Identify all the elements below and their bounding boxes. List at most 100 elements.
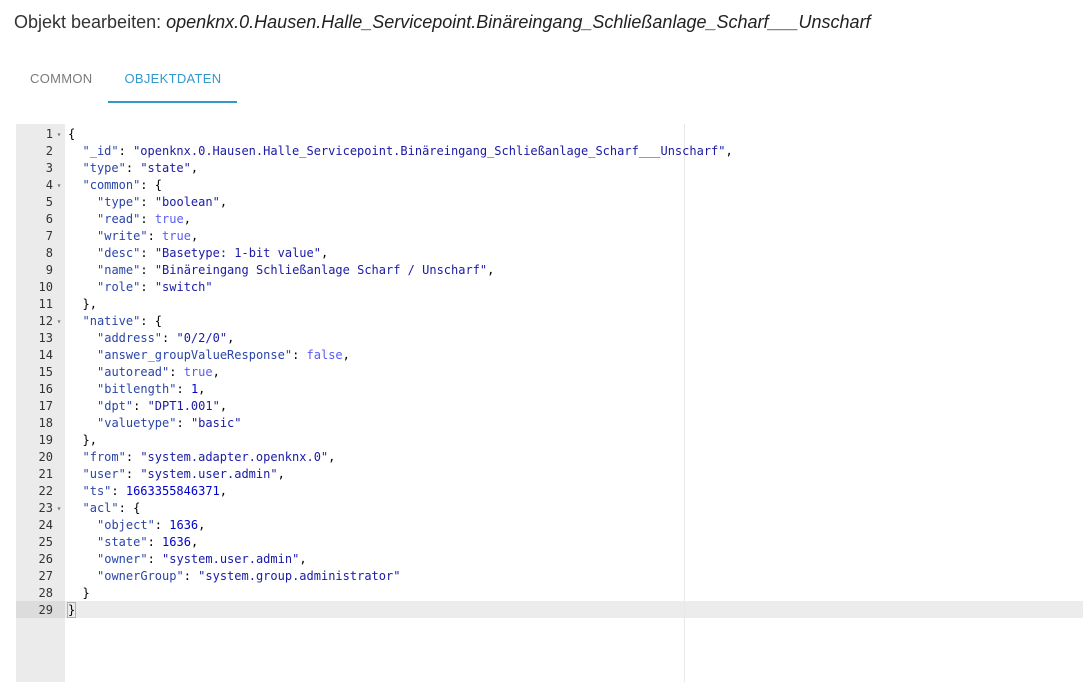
code-line[interactable]: 5 "type": "boolean", xyxy=(16,194,1083,211)
code-line[interactable]: 20 "from": "system.adapter.openknx.0", xyxy=(16,449,1083,466)
dialog-title-prefix: Objekt bearbeiten: xyxy=(14,12,167,32)
code-token: , xyxy=(198,518,206,532)
code-token: "system.user.admin" xyxy=(140,467,278,481)
code-token: , xyxy=(299,552,307,566)
tab-bar: COMMON OBJEKTDATEN xyxy=(14,56,238,104)
code-line[interactable]: 29} xyxy=(16,602,1083,619)
code-token: "from" xyxy=(82,450,126,464)
code-token: { xyxy=(68,127,76,141)
code-token: "native" xyxy=(82,314,141,328)
code-line[interactable]: 21 "user": "system.user.admin", xyxy=(16,466,1083,483)
line-number: 15 xyxy=(38,365,53,379)
json-code-editor[interactable]: 1 ▾{2 "_id": "openknx.0.Hausen.Halle_Servi… xyxy=(16,124,1083,682)
code-line[interactable]: 25 "state": 1636, xyxy=(16,534,1083,551)
code-text: "user": "system.user.admin", xyxy=(83,466,285,483)
code-text: "address": "0/2/0", xyxy=(97,330,234,347)
code-line[interactable]: 6 "read": true, xyxy=(16,211,1083,228)
code-line[interactable]: 11}, xyxy=(16,296,1083,313)
code-token: 1636 xyxy=(162,535,191,549)
code-token: , xyxy=(219,195,228,209)
code-token: 1663355846371 xyxy=(125,484,220,498)
code-text: "name": "Binäreingang Schließanlage Scha… xyxy=(97,262,494,279)
code-text: "role": "switch" xyxy=(97,279,213,296)
code-token: "autoread" xyxy=(97,365,170,379)
code-token: , xyxy=(219,399,228,413)
fold-caret-icon[interactable]: ▾ xyxy=(54,313,64,330)
code-line[interactable]: 7 "write": true, xyxy=(16,228,1083,245)
tab-common[interactable]: COMMON xyxy=(14,56,108,103)
code-token: "boolean" xyxy=(154,195,220,209)
fold-caret-icon[interactable]: ▾ xyxy=(54,126,64,143)
dialog-title: Objekt bearbeiten: openknx.0.Hausen.Hall… xyxy=(14,12,871,33)
code-token: : xyxy=(147,229,163,243)
code-line[interactable]: 12 ▾ "native": { xyxy=(16,313,1083,330)
code-line[interactable]: 2 "_id": "openknx.0.Hausen.Halle_Servicep… xyxy=(16,143,1083,160)
line-number: 28 xyxy=(38,586,53,600)
code-line[interactable]: 15 "autoread": true, xyxy=(16,364,1083,381)
code-line[interactable]: 17 "dpt": "DPT1.001", xyxy=(16,398,1083,415)
line-number: 29 xyxy=(38,603,53,617)
code-token: "DPT1.001" xyxy=(147,399,220,413)
code-line[interactable]: 22 "ts": 1663355846371, xyxy=(16,483,1083,500)
code-token: , xyxy=(198,382,206,396)
code-token: "address" xyxy=(97,331,163,345)
code-token: "ts" xyxy=(82,484,112,498)
code-token: : xyxy=(154,518,170,532)
code-line[interactable]: 9 "name": "Binäreingang Schließanlage Sch… xyxy=(16,262,1083,279)
code-token: : xyxy=(111,484,126,498)
edit-object-dialog: Objekt bearbeiten: openknx.0.Hausen.Hall… xyxy=(0,0,1083,682)
code-token: : xyxy=(176,382,191,396)
code-line[interactable]: 24 "object": 1636, xyxy=(16,517,1083,534)
code-line[interactable]: 27 "ownerGroup": "system.group.administra… xyxy=(16,568,1083,585)
code-token: "answer_groupValueResponse" xyxy=(97,348,293,362)
code-token: : xyxy=(125,161,141,175)
code-token: : xyxy=(169,365,184,379)
code-token: "Binäreingang Schließanlage Scharf / Uns… xyxy=(154,263,488,277)
code-line[interactable]: 1 ▾ { xyxy=(16,126,1083,143)
code-line[interactable]: 19}, xyxy=(16,432,1083,449)
code-token: : xyxy=(133,399,148,413)
fold-caret-icon[interactable]: ▾ xyxy=(54,177,64,194)
code-text: "desc": "Basetype: 1-bit value", xyxy=(97,245,328,262)
line-number: 7 xyxy=(45,229,53,243)
tab-objektdaten[interactable]: OBJEKTDATEN xyxy=(108,56,238,103)
code-token: : xyxy=(140,212,155,226)
code-text: "dpt": "DPT1.001", xyxy=(97,398,227,415)
code-line[interactable]: 13 "address": "0/2/0", xyxy=(16,330,1083,347)
code-text: } xyxy=(83,585,90,602)
code-token: : xyxy=(140,280,155,294)
line-number: 17 xyxy=(38,399,53,413)
line-number: 23 xyxy=(38,501,53,515)
line-number: 3 xyxy=(45,161,53,175)
code-line[interactable]: 3 "type": "state", xyxy=(16,160,1083,177)
code-line[interactable]: 23 ▾ "acl": { xyxy=(16,500,1083,517)
code-token: "Basetype: 1-bit value" xyxy=(154,246,321,260)
code-line[interactable]: 16 "bitlength": 1, xyxy=(16,381,1083,398)
code-token: "desc" xyxy=(97,246,141,260)
code-line[interactable]: 10 "role": "switch" xyxy=(16,279,1083,296)
code-text: "native": { xyxy=(83,313,162,330)
code-line[interactable]: 8 "desc": "Basetype: 1-bit value", xyxy=(16,245,1083,262)
code-lines: 1 ▾{2 "_id": "openknx.0.Hausen.Halle_Servi… xyxy=(16,126,1083,619)
code-line[interactable]: 28} xyxy=(16,585,1083,602)
fold-caret-icon[interactable]: ▾ xyxy=(54,500,64,517)
line-number: 13 xyxy=(38,331,53,345)
code-line[interactable]: 26 "owner": "system.user.admin", xyxy=(16,551,1083,568)
code-token: "bitlength" xyxy=(97,382,177,396)
line-number: 11 xyxy=(38,297,53,311)
code-token: "user" xyxy=(82,467,126,481)
code-token: , xyxy=(212,365,220,379)
code-token: "0/2/0" xyxy=(176,331,228,345)
code-text: "object": 1636, xyxy=(97,517,205,534)
code-token: : { xyxy=(118,501,141,515)
code-token: , xyxy=(227,331,235,345)
code-token: "valuetype" xyxy=(97,416,177,430)
code-line[interactable]: 14 "answer_groupValueResponse": false, xyxy=(16,347,1083,364)
code-token: : xyxy=(118,144,134,158)
code-line[interactable]: 18 "valuetype": "basic" xyxy=(16,415,1083,432)
code-token: }, xyxy=(82,297,97,311)
line-number: 10 xyxy=(38,280,53,294)
code-line[interactable]: 4 ▾ "common": { xyxy=(16,177,1083,194)
dialog-title-object-id: openknx.0.Hausen.Halle_Servicepoint.Binä… xyxy=(166,12,871,32)
code-text: "read": true, xyxy=(97,211,191,228)
